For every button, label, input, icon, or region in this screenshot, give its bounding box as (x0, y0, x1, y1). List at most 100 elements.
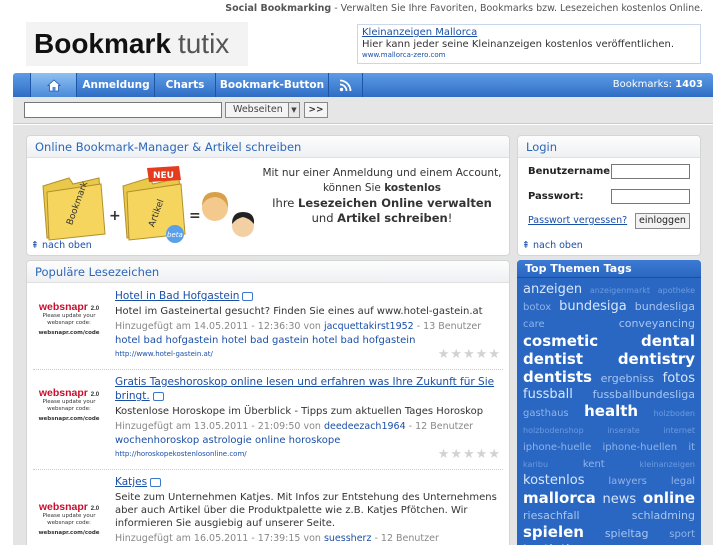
tag-link[interactable]: schladming (632, 509, 695, 522)
bookmark-thumbnail[interactable]: websnapr 2.0 Please update your websnapr… (33, 387, 105, 437)
tag-link[interactable]: spieltag (605, 527, 649, 540)
tag-link[interactable]: legal (671, 476, 695, 487)
comment-icon[interactable] (150, 477, 162, 487)
nav-charts[interactable]: Charts (155, 73, 216, 97)
nav-bookmark-button[interactable]: Bookmark-Button (216, 73, 329, 97)
tag-link[interactable]: kent (583, 459, 605, 470)
popular-bookmarks-panel: Populäre Lesezeichen websnapr 2.0 Please… (26, 260, 510, 545)
tag-link[interactable]: lawyers (608, 476, 646, 487)
logo-part-1: Bookmark (34, 28, 171, 59)
search-bar: Webseiten ▼ >> (13, 97, 713, 124)
site-logo[interactable]: Bookmark tutix (26, 22, 248, 66)
arrow-up-icon: ⇞ (31, 240, 39, 251)
intro-line-3: Ihre Lesezeichen Online verwalten (272, 196, 492, 210)
forgot-password-link[interactable]: Passwort vergessen? (528, 215, 627, 226)
login-button[interactable]: einloggen (635, 213, 690, 229)
tag-link[interactable]: inserate (607, 426, 640, 435)
tag-link[interactable]: karibu (523, 460, 548, 469)
tag-link[interactable]: dentist (523, 350, 583, 368)
bookmark-thumbnail[interactable]: websnapr 2.0 Please update your websnapr… (33, 501, 105, 545)
users-icon (202, 192, 255, 237)
tag-link[interactable]: fussball (523, 387, 573, 402)
comment-icon[interactable] (152, 391, 164, 401)
home-icon (46, 78, 61, 91)
tag-link[interactable]: conveyancing (619, 317, 695, 330)
bookmark-thumbnail[interactable]: websnapr 2.0 Please update your websnapr… (33, 301, 105, 351)
tag-link[interactable]: mallorca (523, 489, 596, 507)
tag-link[interactable]: online (643, 489, 695, 507)
tag-link[interactable]: kostenlos (523, 473, 584, 488)
bookmark-meta: Hinzugefügt am 16.05.2011 - 17:39:15 von… (115, 533, 439, 544)
rating-stars[interactable]: ★★★★★ (438, 447, 501, 462)
login-title: Login (518, 136, 700, 158)
search-go-button[interactable]: >> (304, 102, 328, 118)
tag-link[interactable]: dental (641, 332, 695, 350)
tag-link[interactable]: cosmetic (523, 332, 598, 350)
tag-link[interactable]: iphone-huellen (602, 442, 677, 453)
tag-link[interactable]: spielen (523, 523, 584, 541)
tagline-text: - Verwalten Sie Ihre Favoriten, Bookmark… (331, 3, 703, 14)
bookmark-user-link[interactable]: jacquettakirst1952 (324, 321, 414, 332)
tag-link[interactable]: gasthaus (523, 408, 569, 419)
username-field[interactable] (611, 164, 690, 179)
intro-back-to-top-link[interactable]: ⇞ nach oben (31, 240, 92, 251)
tagline-bold: Social Bookmarking (225, 3, 332, 14)
tag-link[interactable]: internet (663, 426, 695, 435)
password-field[interactable] (611, 189, 690, 204)
tag-link[interactable]: health (584, 402, 638, 420)
tag-link[interactable]: ergebniss (601, 372, 654, 385)
nav-anmeldung[interactable]: Anmeldung (78, 73, 155, 97)
bookmark-user-link[interactable]: deedeezach1964 (324, 421, 406, 432)
tag-link[interactable]: botox (523, 302, 551, 313)
bookmark-meta: Hinzugefügt am 13.05.2011 - 21:09:50 von… (115, 421, 474, 432)
tag-link[interactable]: anzeigenmarkt (590, 286, 650, 295)
intro-panel: Online Bookmark-Manager & Artikel schrei… (26, 135, 510, 256)
nav-home-button[interactable] (30, 73, 77, 97)
search-input[interactable] (24, 102, 222, 118)
bookmark-title-link[interactable]: Gratis Tageshoroskop online lesen und er… (115, 376, 494, 402)
bookmark-title-link[interactable]: Hotel in Bad Hofgastein (115, 290, 239, 302)
bookmark-count-value: 1403 (675, 79, 703, 90)
tag-link[interactable]: dentists (523, 368, 592, 386)
tag-link[interactable]: holzboden (654, 409, 695, 418)
tag-link[interactable]: riesachfall (523, 509, 580, 522)
ad-url[interactable]: www.mallorca-zero.com (362, 51, 696, 59)
tag-link[interactable]: bundesliga (635, 300, 695, 313)
intro-line-4: und Artikel schreiben! (311, 211, 453, 225)
tag-link[interactable]: apotheke (658, 286, 695, 295)
equals-sign: = (189, 208, 201, 224)
tag-link[interactable]: fotos (663, 371, 695, 386)
tag-link[interactable]: fussballbundesliga (593, 388, 695, 401)
bookmark-count: Bookmarks: 1403 (613, 73, 703, 97)
bookmark-description: Hotel im Gasteinertal gesucht? Finden Si… (115, 306, 483, 317)
bookmark-tags[interactable]: wochenhoroskop astrologie online horosko… (115, 435, 497, 446)
intro-text: Mit nur einer Anmeldung und einem Accoun… (257, 166, 507, 226)
logo-part-2: tutix (177, 28, 230, 59)
tag-link[interactable]: news (603, 492, 637, 507)
tag-link[interactable]: bundesiga (559, 299, 627, 314)
bookmark-tags[interactable]: hotel bad hofgastein hotel bad gastein h… (115, 335, 497, 346)
bookmark-description: Kostenlose Horoskope im Überblick - Tipp… (115, 406, 484, 417)
search-type-select[interactable]: Webseiten ▼ (225, 102, 300, 118)
tag-link[interactable]: kleinanzeigen (640, 460, 695, 469)
tag-link[interactable]: it (688, 442, 695, 453)
new-badge: NEU (153, 171, 174, 181)
rating-stars[interactable]: ★★★★★ (438, 347, 501, 362)
plus-sign: + (109, 208, 121, 224)
bookmark-title-link[interactable]: Katjes (115, 476, 147, 488)
password-label: Passwort: (528, 191, 584, 202)
bookmark-user-link[interactable]: suessherz (324, 533, 371, 544)
tag-link[interactable]: care (523, 319, 545, 330)
login-back-to-top-link[interactable]: ⇞ nach oben (522, 240, 583, 251)
tag-link[interactable]: iphone-huelle (523, 442, 591, 453)
ad-title-link[interactable]: Kleinanzeigen Mallorca (362, 27, 696, 38)
tag-link[interactable]: sport (669, 529, 695, 540)
nav-rss-button[interactable] (329, 73, 363, 97)
comment-icon[interactable] (242, 291, 254, 301)
site-tagline: Social Bookmarking - Verwalten Sie Ihre … (225, 3, 703, 14)
tag-link[interactable]: dentistry (618, 350, 695, 368)
divider (33, 469, 503, 470)
tag-link[interactable]: holzbodenshop (523, 426, 584, 435)
login-panel: Login Benutzername: Passwort: Passwort v… (517, 135, 701, 256)
tag-link[interactable]: anzeigen (523, 282, 582, 297)
